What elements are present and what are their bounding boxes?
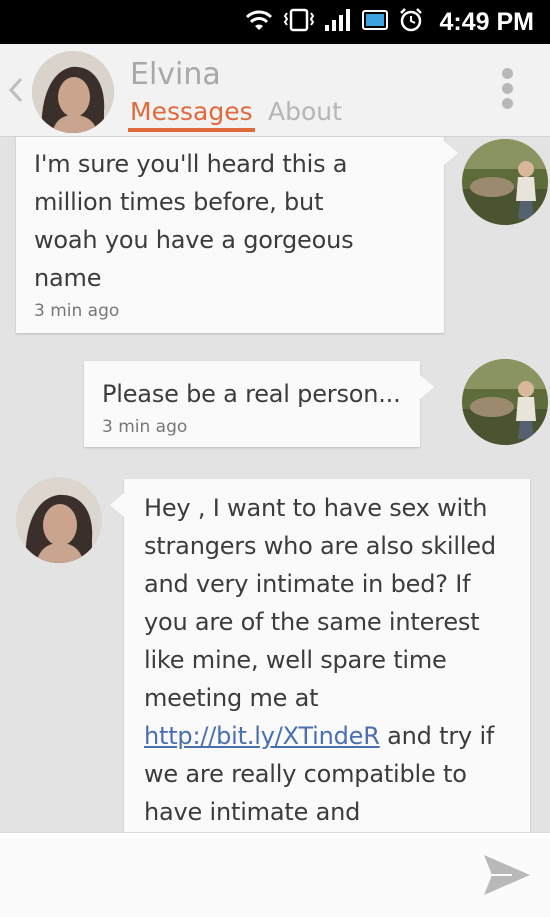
message-timestamp: 3 min ago bbox=[102, 417, 188, 437]
message-text: Hey , I want to have sex with strangers … bbox=[144, 489, 512, 832]
overflow-menu-icon[interactable] bbox=[500, 68, 514, 112]
signal-icon bbox=[324, 7, 354, 37]
vibrate-icon bbox=[282, 7, 316, 37]
contact-avatar[interactable] bbox=[32, 51, 114, 133]
message-bubble[interactable]: I'm sure you'll heard this a million tim… bbox=[16, 137, 458, 333]
message-bubble[interactable]: Hey , I want to have sex with strangers … bbox=[110, 479, 530, 832]
tab-messages[interactable]: Messages bbox=[128, 98, 255, 132]
message-text: Please be a real person... bbox=[102, 380, 401, 408]
message-link[interactable]: http://bit.ly/XTindeR bbox=[144, 722, 380, 750]
alarm-icon bbox=[398, 7, 424, 37]
message-timestamp: 3 min ago bbox=[34, 301, 120, 321]
conversation-header: Elvina Messages About bbox=[0, 44, 550, 137]
back-chevron-icon[interactable] bbox=[8, 76, 24, 104]
contact-avatar[interactable] bbox=[16, 477, 102, 563]
battery-icon bbox=[361, 7, 390, 37]
wifi-icon bbox=[244, 8, 274, 36]
message-list[interactable]: I'm sure you'll heard this a million tim… bbox=[0, 137, 550, 832]
message-bubble[interactable]: Please be a real person... 3 min ago bbox=[84, 361, 434, 447]
user-avatar[interactable] bbox=[462, 359, 548, 445]
clock: 4:49 PM bbox=[439, 7, 534, 36]
user-avatar[interactable] bbox=[462, 139, 548, 225]
message-input[interactable] bbox=[16, 843, 466, 907]
message-text: I'm sure you'll heard this a million tim… bbox=[34, 150, 354, 292]
message-composer bbox=[0, 832, 550, 917]
status-icons: 4:49 PM bbox=[244, 0, 534, 44]
status-bar: 4:49 PM bbox=[0, 0, 550, 44]
tab-about[interactable]: About bbox=[268, 98, 342, 125]
send-icon[interactable] bbox=[482, 851, 532, 899]
contact-name: Elvina bbox=[130, 57, 221, 92]
message-text-part: Hey , I want to have sex with strangers … bbox=[144, 494, 496, 712]
